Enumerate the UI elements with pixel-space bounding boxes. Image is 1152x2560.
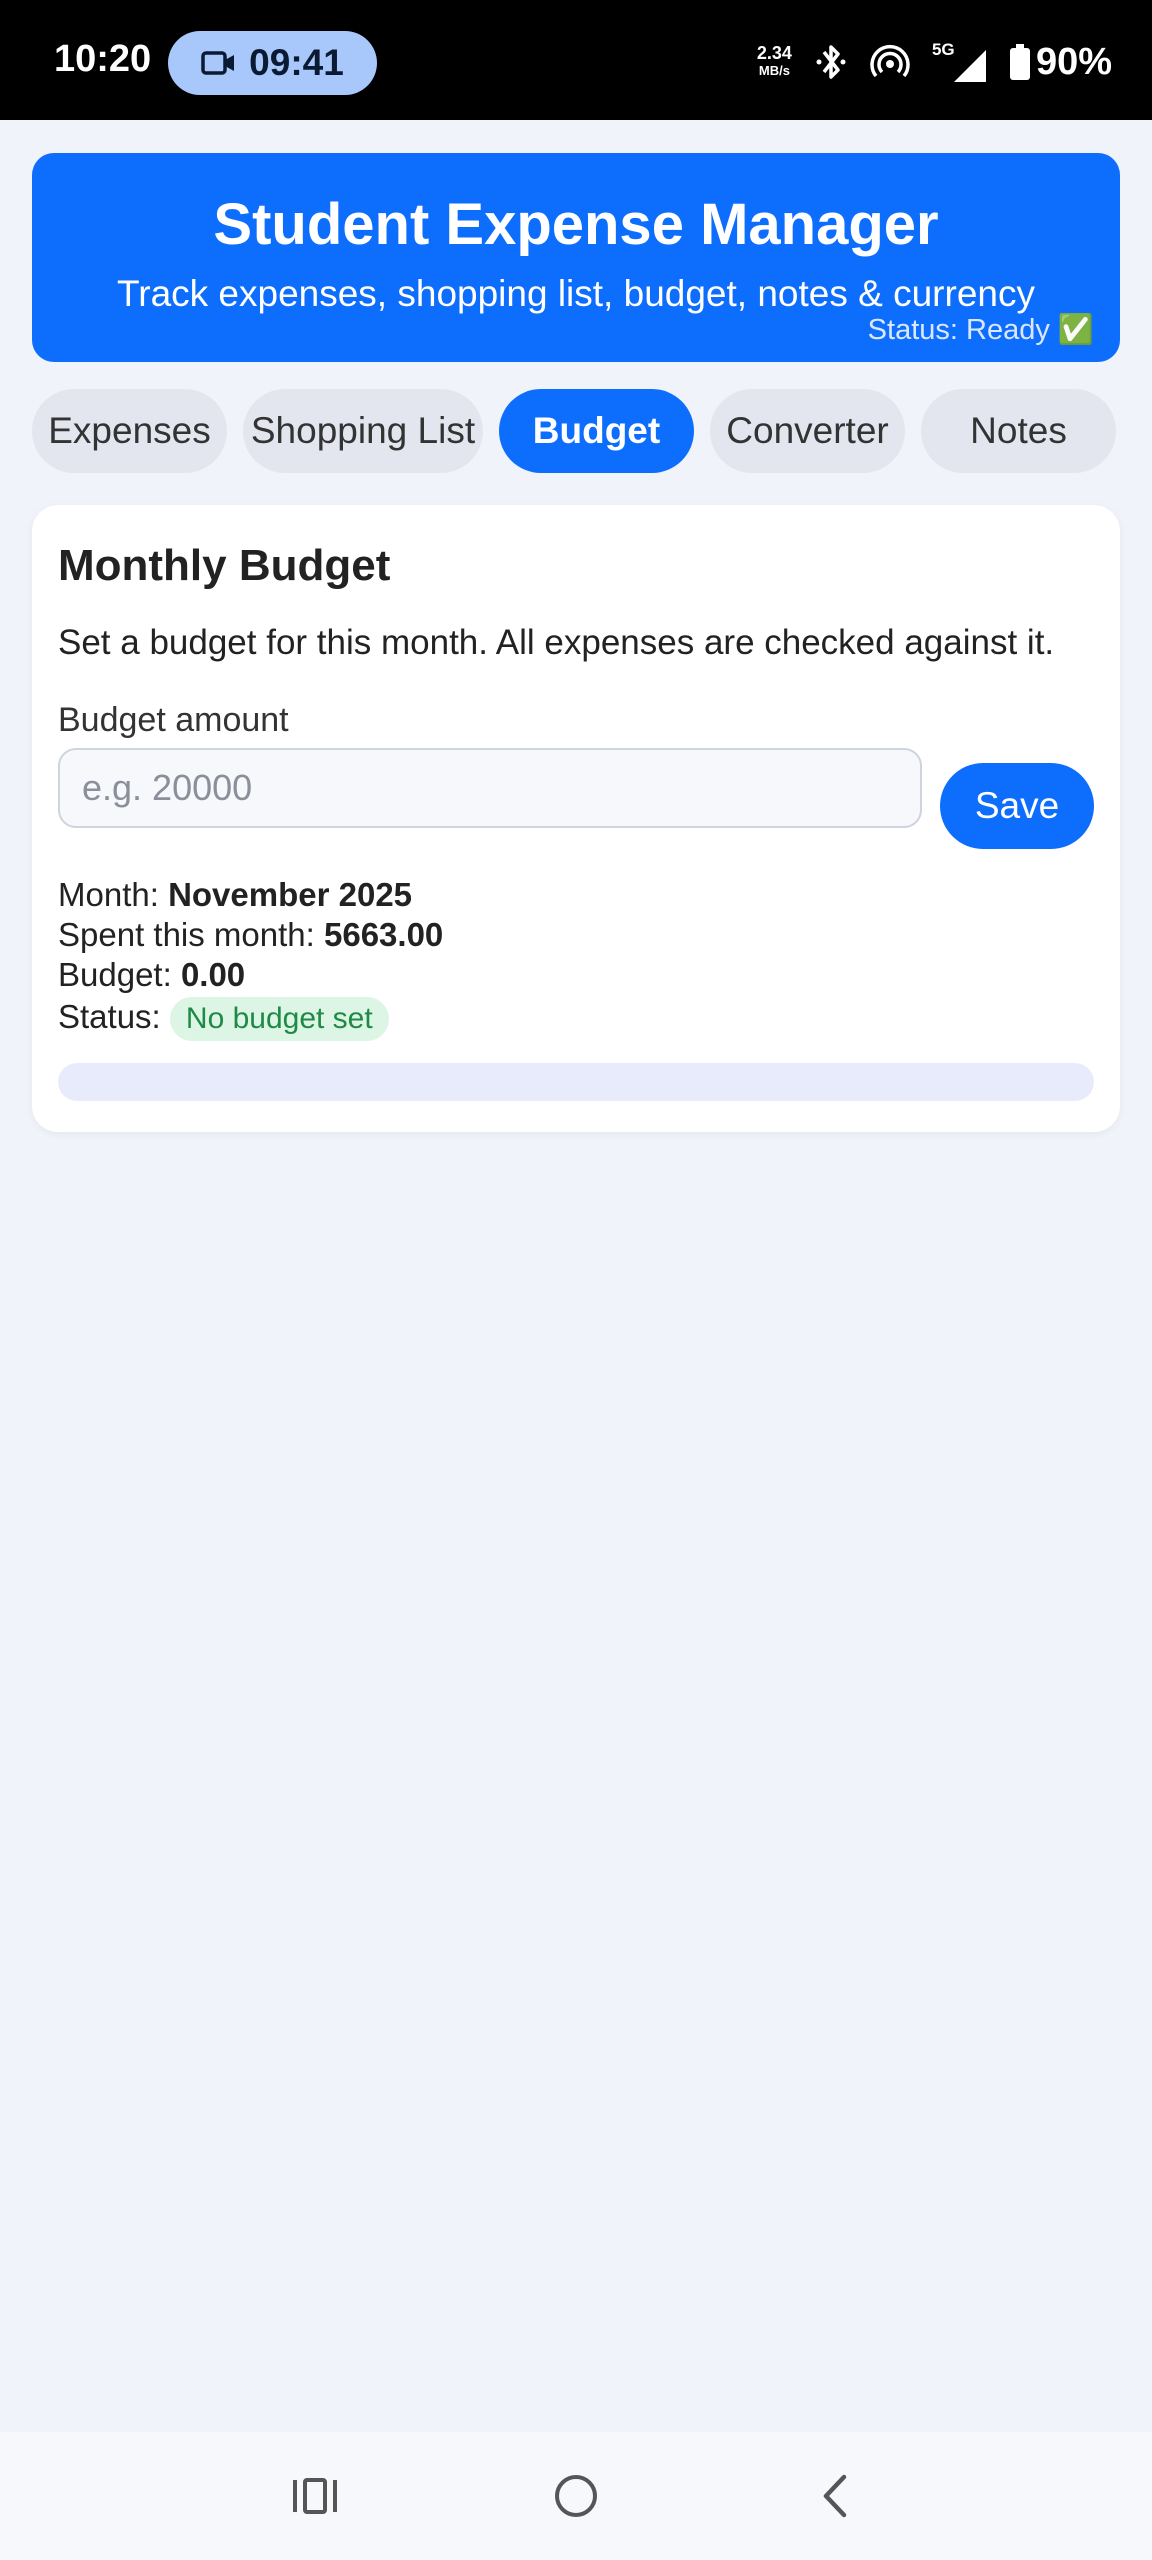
recent-apps-icon <box>293 2478 337 2514</box>
spent-value: 5663.00 <box>324 916 444 953</box>
bluetooth-icon <box>816 45 846 79</box>
budget-value: 0.00 <box>180 956 246 993</box>
app-header: Student Expense Manager Track expenses, … <box>32 153 1120 362</box>
hotspot-icon <box>870 45 910 78</box>
budget-label: Budget: <box>58 956 172 993</box>
budget-row: Budget: 0.00 <box>58 955 443 995</box>
app-subtitle: Track expenses, shopping list, budget, n… <box>117 273 1035 314</box>
system-nav-bar <box>0 2432 1152 2560</box>
screen-recording-chip[interactable]: 09:41 <box>168 31 377 95</box>
budget-amount-label: Budget amount <box>58 701 289 739</box>
tab-budget[interactable]: Budget <box>499 389 694 473</box>
app-title: Student Expense Manager <box>213 192 939 257</box>
budget-summary: Month: November 2025 Spent this month: 5… <box>58 875 443 1042</box>
card-title: Monthly Budget <box>58 541 391 590</box>
signal-icon <box>953 50 986 82</box>
home-button[interactable] <box>546 2466 606 2526</box>
budget-amount-input[interactable] <box>58 748 922 828</box>
home-icon <box>555 2475 597 2517</box>
back-button[interactable] <box>806 2466 866 2526</box>
month-row: Month: November 2025 <box>58 875 443 915</box>
status-badge: No budget set <box>169 997 389 1042</box>
month-label: Month: <box>58 876 159 913</box>
status-bar: 10:20 09:41 2.34 MB/s 5G 90% <box>0 0 1152 120</box>
spent-label: Spent this month: <box>58 916 315 953</box>
back-icon <box>823 2474 847 2518</box>
spent-row: Spent this month: 5663.00 <box>58 915 443 955</box>
monthly-budget-card: Monthly Budget Set a budget for this mon… <box>32 505 1120 1132</box>
battery-level: 90% <box>1035 40 1112 83</box>
app-status: Status: Ready ✅ <box>867 314 1094 346</box>
recording-time: 09:41 <box>249 42 344 83</box>
month-value: November 2025 <box>168 876 413 913</box>
card-description: Set a budget for this month. All expense… <box>58 623 1055 662</box>
status-row: Status: No budget set <box>58 997 443 1042</box>
status-icons: 2.34 MB/s 5G 90% <box>757 32 1112 92</box>
tab-converter[interactable]: Converter <box>710 389 905 473</box>
budget-progress-bar <box>58 1063 1094 1101</box>
tab-expenses[interactable]: Expenses <box>32 389 227 473</box>
tab-notes[interactable]: Notes <box>921 389 1116 473</box>
network-speed: 2.34 MB/s <box>756 43 792 78</box>
battery: 90% <box>1009 40 1112 84</box>
save-button[interactable]: Save <box>940 763 1094 849</box>
status-label: Status: <box>58 998 161 1035</box>
recent-apps-button[interactable] <box>285 2466 345 2526</box>
video-camera-icon <box>201 51 235 75</box>
tab-bar: Expenses Shopping List Budget Converter … <box>32 389 1120 473</box>
tab-shopping-list[interactable]: Shopping List <box>243 389 483 473</box>
cell-signal: 5G <box>932 40 988 84</box>
clock: 10:20 <box>54 38 152 80</box>
battery-icon <box>1009 44 1030 80</box>
